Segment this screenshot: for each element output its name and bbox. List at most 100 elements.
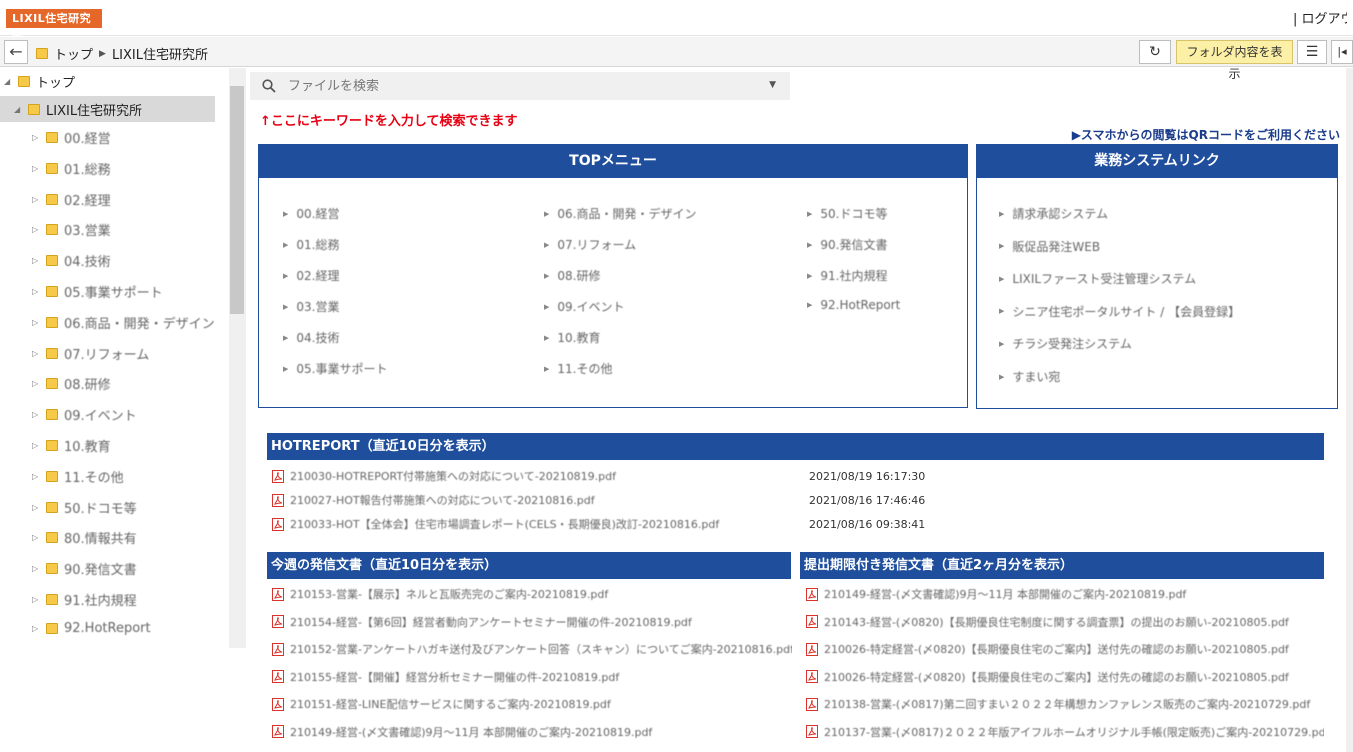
file-link[interactable]: 210149-経営-(〆文書確認)9月～11月 本部開催のご案内-2021081… (290, 724, 652, 740)
tree-item-folder[interactable]: ▷ 01.総務 (32, 159, 111, 178)
expanded-arrow-icon[interactable]: ◢ (4, 77, 14, 86)
collapsed-arrow-icon[interactable]: ▷ (32, 195, 42, 204)
top-menu-item[interactable]: ▶ 11.その他 (544, 360, 612, 377)
page-scrollbar[interactable] (1346, 68, 1353, 752)
collapsed-arrow-icon[interactable]: ▷ (32, 133, 42, 142)
expanded-arrow-icon[interactable]: ◢ (14, 105, 24, 114)
file-link[interactable]: 210026-特定経営-(〆0820)【長期優良住宅のご案内】送付先の確認のお願… (824, 641, 1289, 657)
top-menu-item[interactable]: ▶ 00.経営 (283, 205, 339, 222)
top-menu-item[interactable]: ▶ 90.発信文書 (807, 236, 887, 253)
collapsed-arrow-icon[interactable]: ▷ (32, 287, 42, 296)
collapsed-arrow-icon[interactable]: ▷ (32, 225, 42, 234)
breadcrumb-top[interactable]: トップ (54, 44, 93, 63)
file-link[interactable]: 210149-経営-(〆文書確認)9月～11月 本部開催のご案内-2021081… (824, 586, 1186, 602)
sidebar-scroll-thumb[interactable] (230, 86, 244, 314)
file-link[interactable]: 210154-経営-【第6回】経営者動向アンケートセミナー開催の件-202108… (290, 614, 692, 630)
tree-item-folder[interactable]: ▷ 09.イベント (32, 405, 137, 424)
qr-code-link[interactable]: ▶スマホからの閲覧はQRコードをご利用ください (1072, 126, 1340, 143)
file-link[interactable]: 210153-営業-【展示】ネルと瓦販売完のご案内-20210819.pdf (290, 586, 608, 602)
file-link[interactable]: 210030-HOTREPORT付帯施策への対応について-20210819.pd… (290, 468, 616, 484)
logout-link[interactable]: | ログアウト (1293, 8, 1347, 27)
top-menu-item[interactable]: ▶ 91.社内規程 (807, 267, 887, 284)
back-button[interactable]: ← (4, 40, 28, 64)
top-menu-item[interactable]: ▶ 10.教育 (544, 329, 600, 346)
top-menu-item[interactable]: ▶ 02.経理 (283, 267, 339, 284)
lixil-logo[interactable]: LIXIL住宅研究所 (6, 9, 102, 44)
top-menu-item[interactable]: ▶ 07.リフォーム (544, 236, 636, 253)
weekly-doc-row[interactable]: 210149-経営-(〆文書確認)9月～11月 本部開催のご案内-2021081… (272, 724, 792, 740)
deadline-doc-row[interactable]: 210143-経営-(〆0820)【長期優良住宅制度に関する調査票】の提出のお願… (806, 614, 1324, 630)
weekly-doc-row[interactable]: 210151-経営-LINE配信サービスに関するご案内-20210819.pdf (272, 696, 792, 712)
collapsed-arrow-icon[interactable]: ▷ (32, 595, 42, 604)
file-link[interactable]: 210033-HOT【全体会】住宅市場調査レポート(CELS・長期優良)改訂-2… (290, 516, 719, 532)
system-link-item[interactable]: ▶ すまい宛 (999, 368, 1060, 385)
deadline-doc-row[interactable]: 210137-営業-(〆0817)２０２２年版アイフルホームオリジナル手帳(限定… (806, 724, 1324, 740)
collapsed-arrow-icon[interactable]: ▷ (32, 379, 42, 388)
tree-item-root[interactable]: ◢ トップ (4, 72, 75, 91)
tree-item-folder[interactable]: ▷ 92.HotReport (32, 621, 151, 636)
collapsed-arrow-icon[interactable]: ▷ (32, 349, 42, 358)
file-link[interactable]: 210155-経営-【開催】経営分析セミナー開催の件-20210819.pdf (290, 669, 619, 685)
tree-item-folder[interactable]: ▷ 00.経営 (32, 128, 111, 147)
top-menu-item[interactable]: ▶ 01.総務 (283, 236, 339, 253)
hotreport-row[interactable]: 210033-HOT【全体会】住宅市場調査レポート(CELS・長期優良)改訂-2… (272, 516, 792, 532)
tree-item-folder[interactable]: ▷ 80.情報共有 (32, 528, 137, 547)
search-bar[interactable]: ▼ (250, 72, 790, 100)
tree-item-folder[interactable]: ▷ 91.社内規程 (32, 590, 137, 609)
collapsed-arrow-icon[interactable]: ▷ (32, 256, 42, 265)
weekly-doc-row[interactable]: 210154-経営-【第6回】経営者動向アンケートセミナー開催の件-202108… (272, 614, 792, 630)
collapsed-arrow-icon[interactable]: ▷ (32, 624, 42, 633)
tree-item-folder[interactable]: ▷ 50.ドコモ等 (32, 498, 137, 517)
tree-item-folder[interactable]: ▷ 02.経理 (32, 190, 111, 209)
collapsed-arrow-icon[interactable]: ▷ (32, 564, 42, 573)
deadline-doc-row[interactable]: 210138-営業-(〆0817)第二回すまい２０２２年構想カンファレンス販売の… (806, 696, 1324, 712)
system-link-item[interactable]: ▶ シニア住宅ポータルサイト / 【会員登録】 (999, 303, 1240, 320)
tree-item-folder[interactable]: ▷ 10.教育 (32, 436, 111, 455)
deadline-doc-row[interactable]: 210149-経営-(〆文書確認)9月～11月 本部開催のご案内-2021081… (806, 586, 1324, 602)
top-menu-item[interactable]: ▶ 08.研修 (544, 267, 600, 284)
tree-item-folder[interactable]: ▷ 04.技術 (32, 251, 111, 270)
system-link-item[interactable]: ▶ 請求承認システム (999, 205, 1108, 222)
collapse-sidebar-button[interactable]: |◂ (1331, 40, 1353, 64)
chevron-down-icon[interactable]: ▼ (769, 80, 776, 90)
hotreport-row[interactable]: 210030-HOTREPORT付帯施策への対応について-20210819.pd… (272, 468, 792, 484)
weekly-doc-row[interactable]: 210152-営業-アンケートハガキ送付及びアンケート回答（スキャン）についてご… (272, 641, 792, 657)
collapsed-arrow-icon[interactable]: ▷ (32, 318, 42, 327)
weekly-doc-row[interactable]: 210155-経営-【開催】経営分析セミナー開催の件-20210819.pdf (272, 669, 792, 685)
system-link-item[interactable]: ▶ チラシ受発注システム (999, 335, 1132, 352)
system-link-item[interactable]: ▶ 販促品発注WEB (999, 238, 1100, 255)
collapsed-arrow-icon[interactable]: ▷ (32, 503, 42, 512)
file-link[interactable]: 210026-特定経営-(〆0820)【長期優良住宅のご案内】送付先の確認のお願… (824, 669, 1289, 685)
tree-item-folder[interactable]: ▷ 11.その他 (32, 467, 124, 486)
collapsed-arrow-icon[interactable]: ▷ (32, 472, 42, 481)
tree-item-folder[interactable]: ▷ 06.商品・開発・デザイン (32, 313, 215, 332)
hotreport-row[interactable]: 210027-HOT報告付帯施策への対応について-20210816.pdf (272, 492, 792, 508)
top-menu-item[interactable]: ▶ 50.ドコモ等 (807, 205, 887, 222)
file-link[interactable]: 210137-営業-(〆0817)２０２２年版アイフルホームオリジナル手帳(限定… (824, 724, 1324, 740)
search-input[interactable] (288, 78, 748, 94)
collapsed-arrow-icon[interactable]: ▷ (32, 410, 42, 419)
system-link-item[interactable]: ▶ LIXILファースト受注管理システム (999, 270, 1196, 287)
collapsed-arrow-icon[interactable]: ▷ (32, 164, 42, 173)
deadline-doc-row[interactable]: 210026-特定経営-(〆0820)【長期優良住宅のご案内】送付先の確認のお願… (806, 641, 1324, 657)
tree-item-folder[interactable]: ▷ 90.発信文書 (32, 559, 137, 578)
menu-button[interactable]: ☰ (1297, 40, 1327, 64)
refresh-button[interactable]: ↻ (1139, 40, 1171, 64)
collapsed-arrow-icon[interactable]: ▷ (32, 533, 42, 542)
weekly-doc-row[interactable]: 210153-営業-【展示】ネルと瓦販売完のご案内-20210819.pdf (272, 586, 792, 602)
breadcrumb-current[interactable]: LIXIL住宅研究所 (112, 44, 208, 63)
file-link[interactable]: 210152-営業-アンケートハガキ送付及びアンケート回答（スキャン）についてご… (290, 641, 792, 657)
top-menu-item[interactable]: ▶ 06.商品・開発・デザイン (544, 205, 696, 222)
tree-item-selected[interactable]: ◢ LIXIL住宅研究所 (0, 96, 215, 122)
top-menu-item[interactable]: ▶ 03.営業 (283, 298, 339, 315)
show-folder-button[interactable]: フォルダ内容を表示 (1176, 40, 1293, 81)
tree-item-folder[interactable]: ▷ 08.研修 (32, 374, 111, 393)
file-link[interactable]: 210151-経営-LINE配信サービスに関するご案内-20210819.pdf (290, 696, 611, 712)
file-link[interactable]: 210027-HOT報告付帯施策への対応について-20210816.pdf (290, 492, 595, 508)
top-menu-item[interactable]: ▶ 92.HotReport (807, 298, 900, 312)
file-link[interactable]: 210143-経営-(〆0820)【長期優良住宅制度に関する調査票】の提出のお願… (824, 614, 1289, 630)
top-menu-item[interactable]: ▶ 09.イベント (544, 298, 624, 315)
deadline-doc-row[interactable]: 210026-特定経営-(〆0820)【長期優良住宅のご案内】送付先の確認のお願… (806, 669, 1324, 685)
tree-item-folder[interactable]: ▷ 07.リフォーム (32, 344, 149, 363)
top-menu-item[interactable]: ▶ 05.事業サポート (283, 360, 387, 377)
